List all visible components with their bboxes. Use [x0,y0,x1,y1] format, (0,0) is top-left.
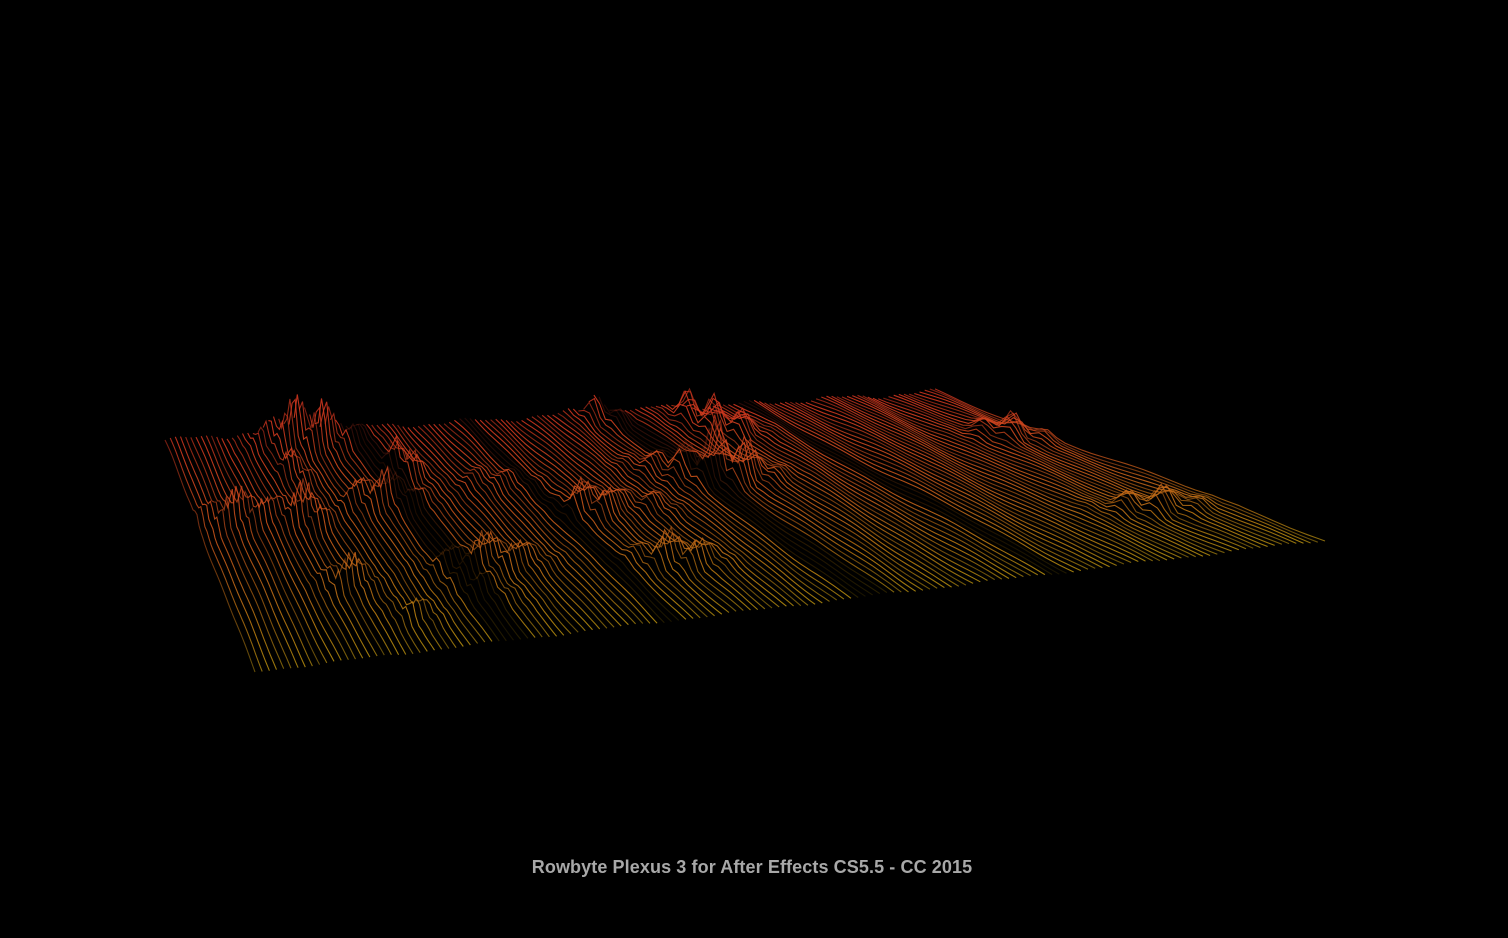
mesh-line [283,398,421,654]
mesh-line [226,438,342,661]
mesh-line [236,435,356,660]
mesh-line [857,394,1218,555]
mesh-line [459,418,665,623]
mesh-line [448,421,651,624]
mesh-line [443,423,644,624]
plexus-wave-mesh-icon [0,0,1508,938]
mesh-line [867,396,1232,552]
mesh-line [536,415,773,609]
mesh-line [805,401,1146,562]
mesh-line [609,409,873,596]
mesh-line [691,401,988,581]
mesh-line [174,436,270,671]
plexus-mesh-canvas [164,387,1326,673]
mesh-line [391,423,572,635]
mesh-line [361,423,529,639]
mesh-line [205,435,313,667]
product-caption: Rowbyte Plexus 3 for After Effects CS5.5… [531,857,973,877]
mesh-line [195,436,299,668]
render-viewport: Rowbyte Plexus 3 for After Effects CS5.5… [0,0,1508,938]
mesh-line [852,395,1211,557]
mesh-line [397,424,579,633]
mesh-line [774,403,1103,569]
mesh-line [412,426,601,630]
mesh-line [356,423,522,640]
mesh-line [210,435,321,665]
mesh-line [350,423,514,641]
mesh-line [603,404,866,597]
mesh-line [298,401,443,650]
mesh-line [640,407,917,592]
mesh-line [898,393,1275,546]
